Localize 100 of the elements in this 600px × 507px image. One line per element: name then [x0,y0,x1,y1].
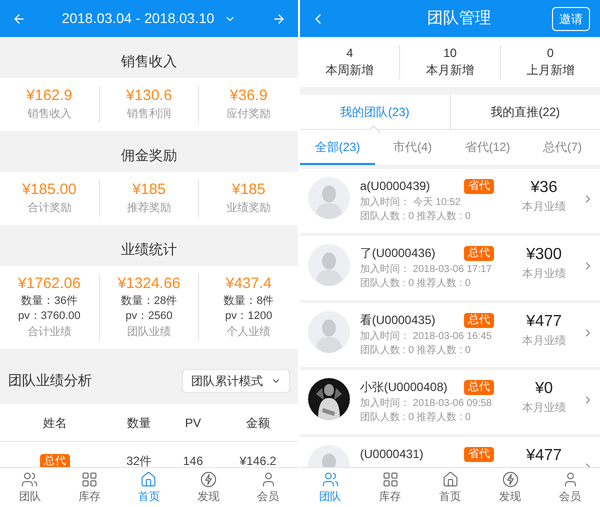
member-counts: 团队人数 : 0 推荐人数 : 0 [360,210,472,224]
stat-label: 本周新增 [326,62,374,79]
filter-tab[interactable]: 市代(4) [375,130,450,165]
member-name: 看(U0000435) [360,312,436,329]
stat-detail: 数量：8件 [224,294,274,309]
nav-tab[interactable]: 团队 [300,468,360,507]
stat-label: 销售利润 [127,107,171,122]
stat-label: 本月新增 [426,62,474,79]
stat-value: 0 [546,45,554,61]
stat-value: 10 [443,45,457,61]
member-name: 了(U0000436) [360,245,436,262]
stat-label: 应付奖励 [226,106,271,122]
stat-label: 上月新增 [526,62,574,79]
level-badge: 总代 [464,246,494,260]
join-time: 加入时间： 2018-03-06 17:17 [360,262,493,277]
amount-value: ¥300 [526,245,562,265]
amount-value: ¥36.9 [230,86,268,106]
forward-arrow-icon[interactable] [272,12,286,26]
nav-tab[interactable]: 发现 [178,468,238,507]
lightning-icon [502,471,518,488]
amount-value: ¥1762.06 [18,274,81,294]
home-icon [140,471,158,488]
stat-label: 合计业绩 [27,325,72,340]
stat-detail: 数量：28件 [120,294,178,309]
amount-value: ¥185 [132,180,166,200]
stat-detail: pv：3760.00 [18,309,81,324]
team-tab[interactable]: 我的直推(22) [450,95,600,129]
section-title: 业绩统计 [121,240,177,259]
member-name: 小张(U0000408) [360,379,448,396]
stat-label: 推荐奖励 [127,200,171,216]
member-row[interactable]: 小张(U0000408) 总代 加入时间： 2018-03-06 09:58 团队人数 : 0 推荐人数 : 0 ¥0 本月业绩 [300,370,600,434]
stat-label: 业绩奖励 [226,201,271,216]
lightning-icon [200,471,218,488]
amount-label: 本月业绩 [522,200,566,215]
level-badge: 总代 [464,312,494,328]
stat-label: 合计奖励 [27,201,72,216]
member-row[interactable]: 看(U0000435) 总代 加入时间： 2018-03-06 16:45 团队人数 : 0 推荐人数 : 0 ¥477 本月业绩 [300,303,600,367]
amount-label: 本月业绩 [522,267,566,282]
filter-tab[interactable]: 全部(23) [300,130,375,165]
amount-value: ¥1324.66 [118,274,180,294]
column-header: 姓名 [43,416,67,430]
table-cell: 146 [182,454,204,467]
invite-button[interactable]: 邀请 [552,6,590,30]
nav-tab[interactable]: 首页 [119,468,179,507]
member-name: a(U0000439) [360,178,430,195]
nav-tab[interactable]: 会员 [238,468,298,507]
amount-value: ¥0 [535,379,553,399]
amount-label: 本月业绩 [522,401,566,416]
page-title: 团队管理 [427,8,491,28]
amount-value: ¥477 [526,312,562,332]
grid-icon [80,471,98,488]
member-row[interactable]: 了(U0000436) 总代 加入时间： 2018-03-06 17:17 团队人数 : 0 推荐人数 : 0 ¥300 本月业绩 [300,236,600,300]
member-row[interactable]: (U0000431) 省代 ¥477 [300,437,600,467]
column-header: 金额 [246,416,270,430]
mode-dropdown[interactable]: 团队累计模式 [182,368,290,392]
avatar [308,244,350,286]
table-cell: 32件 [126,454,152,467]
stat-label: 团队业绩 [127,325,171,340]
member-row[interactable]: a(U0000439) 省代 加入时间： 今天 10:52 团队人数 : 0 推荐人数 : 0 ¥36 本月业绩 [300,169,600,233]
stat-value: 4 [346,45,353,61]
nav-tab[interactable]: 库存 [360,468,420,507]
amount-label: 本月业绩 [522,334,566,349]
join-time: 加入时间： 2018-03-06 16:45 [360,330,493,344]
home-icon [442,471,458,488]
avatar [308,177,350,219]
amount-value: ¥36 [530,178,558,198]
nav-tab[interactable]: 团队 [0,468,60,507]
date-range-selector[interactable]: 2018.03.04 - 2018.03.10 [62,8,236,29]
stat-label: 销售收入 [27,107,72,122]
stat-detail: pv：2560 [125,309,173,324]
join-time: 加入时间： 2018-03-06 09:58 [360,396,493,411]
filter-tab[interactable]: 省代(12) [450,130,525,165]
grid-icon [382,471,398,488]
level-badge: 总代 [464,380,494,394]
filter-tab[interactable]: 总代(7) [525,130,600,165]
stat-detail: 数量：36件 [21,294,78,309]
table-cell: ¥146.2 [240,454,276,467]
level-badge: 省代 [464,178,494,194]
member-counts: 团队人数 : 0 推荐人数 : 0 [360,344,472,358]
team-icon [21,471,38,488]
member-counts: 团队人数 : 0 推荐人数 : 0 [360,277,472,291]
avatar [308,311,350,353]
stat-detail: pv：1200 [225,309,272,324]
amount-value: ¥185.00 [22,180,76,200]
nav-tab[interactable]: 首页 [420,468,480,507]
member-name: (U0000431) [360,446,424,463]
section-title: 销售收入 [121,52,177,71]
nav-tab[interactable]: 会员 [540,468,600,507]
level-badge: 总代 [40,454,70,467]
amount-value: ¥437.4 [226,274,272,294]
join-time: 加入时间： 今天 10:52 [360,196,462,210]
section-title: 团队业绩分析 [8,371,92,390]
member-counts: 团队人数 : 0 推荐人数 : 0 [360,411,472,425]
nav-tab[interactable]: 库存 [60,468,120,507]
amount-value: ¥130.6 [126,86,172,106]
amount-value: ¥185 [232,180,266,200]
column-header: 数量 [127,416,151,430]
level-badge: 省代 [464,446,494,462]
nav-tab[interactable]: 发现 [480,468,540,507]
section-title: 佣金奖励 [121,146,177,165]
